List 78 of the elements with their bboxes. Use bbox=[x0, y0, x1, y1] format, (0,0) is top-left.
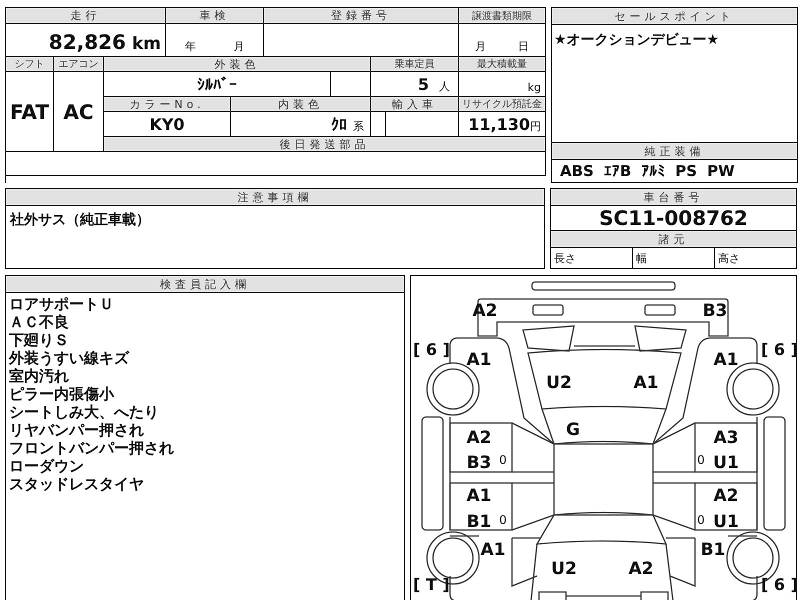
field-label: 走行 bbox=[6, 8, 166, 24]
inspector-note: ロアサポートＵ bbox=[9, 295, 115, 313]
unit-label: 月 bbox=[233, 39, 244, 54]
damage-code: A1 bbox=[634, 373, 658, 393]
field-label: カラーNo. bbox=[104, 97, 231, 112]
inspector-note: シートしみ大、へたり bbox=[9, 403, 160, 421]
unit-label: 年 bbox=[184, 39, 196, 54]
damage-code: A3 bbox=[714, 428, 738, 448]
field-label: エアコン bbox=[54, 57, 104, 72]
unit-label: 日 bbox=[518, 39, 529, 54]
spec-label: 高さ bbox=[718, 251, 740, 266]
field-value: 5 bbox=[418, 75, 429, 94]
damage-code: A2 bbox=[628, 559, 654, 579]
unit-label: 円 bbox=[530, 119, 541, 134]
unit-label: km bbox=[132, 34, 161, 54]
damage-code: G bbox=[566, 420, 580, 440]
sales-point-text: ★オークションデビュー★ bbox=[554, 32, 720, 48]
damage-code: B3 bbox=[466, 453, 492, 473]
inspector-note: ローダウン bbox=[9, 457, 85, 475]
field-value: FAT bbox=[6, 72, 54, 152]
damage-code: U1 bbox=[713, 453, 739, 473]
field-label: 乗車定員 bbox=[371, 57, 459, 72]
damage-code: U2 bbox=[546, 373, 572, 393]
section-header: 純正装備 bbox=[552, 143, 797, 160]
section-header: 注意事項欄 bbox=[6, 189, 544, 206]
field-label: 車検 bbox=[166, 8, 264, 24]
field-label: 輸入車 bbox=[371, 97, 459, 112]
inspector-note: 下廻りＳ bbox=[9, 331, 70, 349]
unit-label: 系 bbox=[353, 119, 364, 135]
damage-code: 0 bbox=[697, 513, 705, 527]
inspector-note: 外装うすい線キズ bbox=[9, 349, 130, 367]
damage-code: [ 6 ] bbox=[413, 340, 450, 359]
field-label: 登録番号 bbox=[264, 8, 459, 24]
damage-code: A1 bbox=[480, 540, 506, 560]
inspector-note: 室内汚れ bbox=[9, 367, 70, 385]
inspector-note: リヤバンパー押され bbox=[9, 421, 145, 439]
unit-label: 人 bbox=[439, 79, 450, 94]
equipment-item: PW bbox=[707, 162, 735, 180]
damage-code: B3 bbox=[702, 301, 728, 321]
damage-code: U1 bbox=[713, 512, 739, 532]
damage-code: B1 bbox=[700, 540, 726, 560]
damage-code: A1 bbox=[714, 350, 738, 370]
inspector-note: ピラー内張傷小 bbox=[9, 385, 116, 403]
equipment-item: ABS bbox=[560, 162, 594, 180]
spec-label: 幅 bbox=[636, 251, 647, 266]
damage-code: A1 bbox=[466, 350, 492, 370]
spec-label: 長さ bbox=[554, 251, 576, 266]
equipment-item: ｱﾙﾐ bbox=[641, 162, 666, 180]
inspector-note: フロントバンパー押され bbox=[9, 439, 175, 457]
field-value: ｸﾛ bbox=[331, 114, 347, 134]
field-label: 最大積載量 bbox=[459, 57, 546, 72]
field-label: 内装色 bbox=[231, 97, 371, 112]
section-header: 車台番号 bbox=[551, 189, 796, 206]
damage-code: 0 bbox=[499, 513, 507, 527]
field-label: 後日発送部品 bbox=[104, 137, 546, 152]
damage-code: U2 bbox=[551, 559, 577, 579]
field-value: 11,130 bbox=[468, 115, 530, 134]
field-label: シフト bbox=[6, 57, 54, 72]
field-label: 譲渡書類期限 bbox=[459, 8, 546, 24]
field-label: リサイクル預託金 bbox=[459, 97, 546, 112]
equipment-item: ｴｱB bbox=[604, 162, 632, 180]
equipment-item: PS bbox=[675, 162, 698, 180]
field-label: 外装色 bbox=[104, 57, 371, 72]
section-header: 諸元 bbox=[551, 231, 796, 248]
damage-code: B1 bbox=[466, 512, 492, 532]
notes-text: 社外サス（純正車載） bbox=[10, 212, 150, 228]
unit-label: kg bbox=[528, 81, 541, 94]
inspector-note: スタッドレスタイヤ bbox=[9, 475, 145, 493]
damage-code: A1 bbox=[466, 486, 492, 506]
unit-label: 月 bbox=[475, 39, 486, 54]
section-header: セールスポイント bbox=[552, 8, 797, 25]
section-header: 検査員記入欄 bbox=[6, 276, 404, 293]
damage-code: A2 bbox=[466, 428, 492, 448]
inspector-note: ＡＣ不良 bbox=[9, 313, 70, 331]
damage-code: 0 bbox=[697, 453, 705, 467]
damage-code: A2 bbox=[714, 486, 738, 506]
mileage-value: 82,826 bbox=[48, 30, 126, 54]
damage-code: 0 bbox=[499, 453, 507, 467]
